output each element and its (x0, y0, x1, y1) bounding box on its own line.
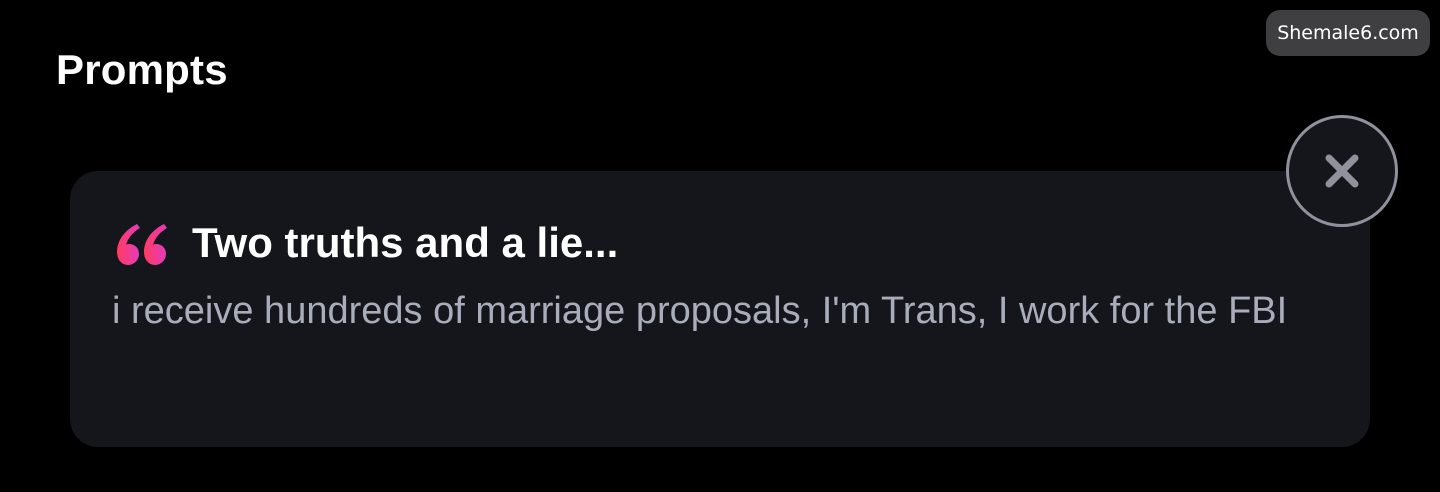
section-title: Prompts (56, 46, 228, 93)
prompt-answer: i receive hundreds of marriage proposals… (112, 290, 1288, 332)
quote-icon (117, 224, 167, 265)
prompts-page: Prompts Shemale6.com Two truths and a li… (0, 0, 1440, 492)
prompt-title: Two truths and a lie... (192, 219, 619, 266)
close-button[interactable] (1286, 115, 1398, 227)
watermark-badge: Shemale6.com (1266, 10, 1430, 56)
close-icon (1325, 154, 1359, 188)
